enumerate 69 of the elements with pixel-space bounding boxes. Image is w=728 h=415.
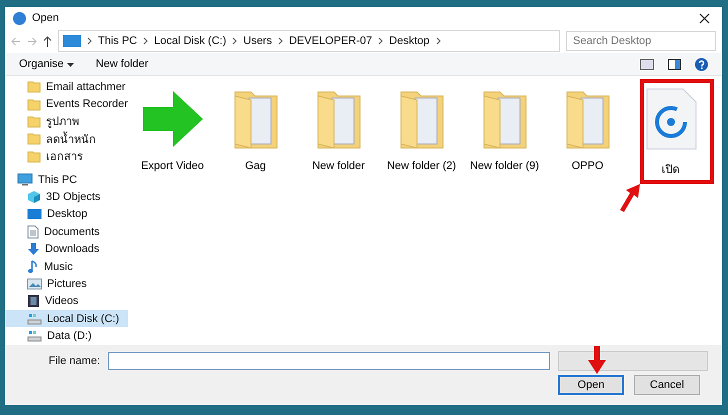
chevron-icon — [143, 37, 148, 45]
file-item[interactable]: New folder — [297, 86, 380, 172]
help-icon[interactable] — [695, 58, 708, 70]
nav-item[interactable]: Music — [5, 258, 128, 276]
window-title: Open — [32, 12, 59, 24]
chevron-icon — [232, 37, 238, 45]
folder-icon — [27, 114, 41, 128]
file-name-label: File name: — [48, 355, 100, 367]
folder-icon — [27, 150, 41, 163]
new-folder-button[interactable]: New folder — [96, 58, 148, 70]
file-item[interactable]: OPPO — [546, 86, 629, 172]
media-file-icon — [644, 88, 696, 150]
nav-item[interactable]: This PC — [5, 170, 128, 188]
film-icon — [27, 294, 40, 308]
dialog-button[interactable]: Open — [558, 375, 624, 395]
panel-icon[interactable] — [668, 58, 681, 70]
nav-item[interactable]: Data (D:) — [5, 327, 128, 345]
breadcrumb[interactable]: Local Disk (C:) — [154, 35, 226, 47]
folder-icon — [27, 98, 41, 111]
view-icon[interactable] — [640, 58, 654, 70]
search-field[interactable]: Search Desktop — [566, 31, 716, 51]
drive-icon — [27, 330, 42, 342]
cube-icon — [27, 190, 41, 204]
chevron-icon — [378, 37, 384, 45]
breadcrumb[interactable]: DEVELOPER-07 — [288, 35, 372, 47]
nav-item[interactable]: รูปภาพ — [5, 112, 128, 130]
file-item[interactable]: เปิด — [629, 86, 712, 178]
nav-item[interactable]: Local Disk (C:) — [5, 310, 128, 328]
folder-icon — [27, 132, 41, 146]
up-arrow-icon[interactable] — [43, 36, 52, 46]
down-arrow-icon — [27, 242, 40, 256]
monitor-icon — [17, 173, 33, 186]
folder-icon — [27, 80, 41, 94]
nav-item[interactable]: Events Recorder — [5, 95, 128, 113]
app-icon — [13, 12, 26, 24]
file-item[interactable]: New folder (9) — [463, 86, 546, 172]
dialog-button[interactable]: Cancel — [634, 375, 700, 395]
file-item[interactable]: Export Video — [131, 86, 214, 172]
nav-item[interactable]: ลดน้ำหนัก — [5, 130, 128, 148]
file-type-dropdown[interactable] — [558, 351, 708, 371]
picture-icon — [27, 278, 42, 290]
document-icon — [27, 224, 39, 239]
address-bar[interactable]: This PC Local Disk (C:) Users DEVELOPER-07 Desktop — [58, 30, 560, 52]
file-item[interactable]: New folder (2) — [380, 86, 463, 172]
chevron-icon — [87, 37, 92, 45]
annotation-arrow — [588, 346, 606, 374]
file-item[interactable]: Gag — [214, 86, 297, 172]
breadcrumb[interactable]: This PC — [98, 35, 138, 47]
nav-item[interactable]: Email attachmer — [5, 78, 128, 96]
file-name-field[interactable] — [108, 352, 550, 370]
breadcrumb[interactable]: Desktop — [389, 35, 430, 47]
monitor-icon — [63, 35, 81, 47]
caret-icon — [66, 63, 74, 67]
organise-menu[interactable]: Organise — [19, 58, 74, 70]
nav-item[interactable]: Desktop — [5, 206, 128, 224]
nav-item[interactable]: Pictures — [5, 275, 128, 293]
nav-item[interactable]: Documents — [5, 223, 128, 241]
drive-icon — [27, 312, 42, 325]
nav-item[interactable]: 3D Objects — [5, 188, 128, 206]
chevron-icon — [278, 37, 283, 45]
desktop-icon — [27, 208, 42, 220]
chevron-icon — [436, 37, 440, 45]
music-note-icon — [27, 260, 39, 274]
right-arrow-icon — [142, 91, 202, 147]
breadcrumb[interactable]: Users — [243, 35, 272, 47]
nav-item[interactable]: Downloads — [5, 240, 128, 258]
nav-item[interactable]: เอกสาร — [5, 148, 128, 165]
annotation-arrow — [618, 182, 642, 212]
nav-item[interactable]: Videos — [5, 292, 128, 310]
